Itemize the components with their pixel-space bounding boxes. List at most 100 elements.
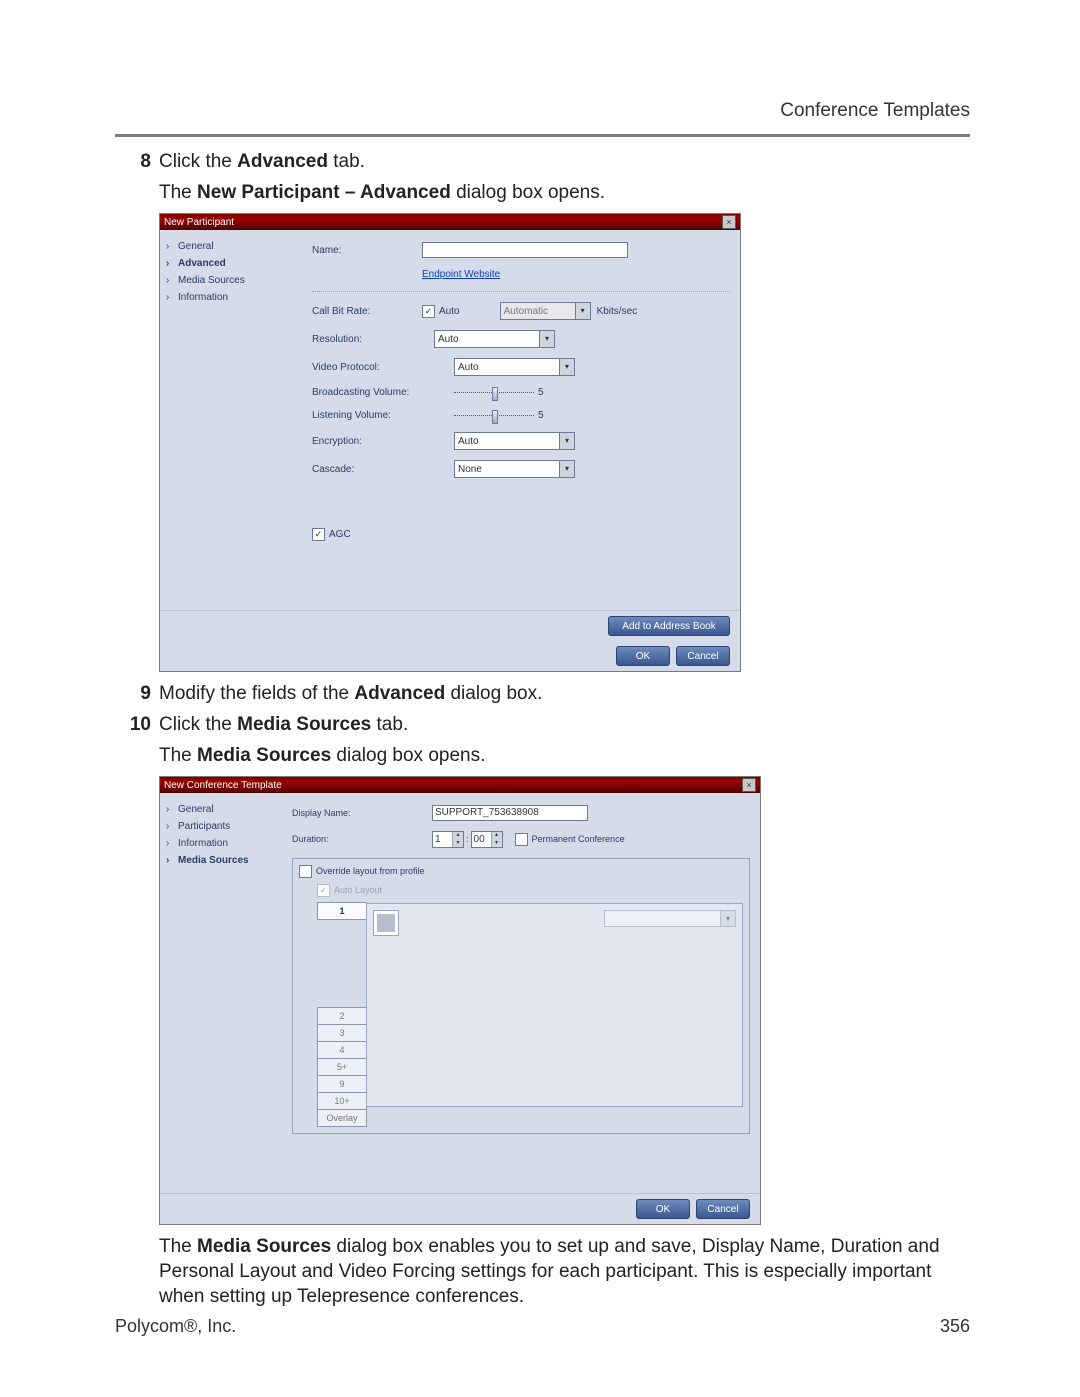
layout-tab-4[interactable]: 4 <box>317 1041 367 1059</box>
chevron-down-icon: ▾ <box>575 303 590 319</box>
dialog-title: New Participant <box>164 216 234 229</box>
dialog-footer-2: OK Cancel <box>160 641 740 671</box>
layout-tab-9[interactable]: 9 <box>317 1075 367 1093</box>
auto-checkbox[interactable] <box>422 305 435 318</box>
call-bit-rate-select[interactable]: Automatic ▾ <box>500 302 591 320</box>
step-10: 10 Click the Media Sources tab. <box>115 713 965 738</box>
name-input[interactable] <box>422 242 628 258</box>
step-10-sub: The Media Sources dialog box opens. <box>115 744 965 769</box>
text-bold: Media Sources <box>197 1236 331 1257</box>
permanent-conference-checkbox[interactable] <box>515 833 528 846</box>
step-8-sub: The New Participant – Advanced dialog bo… <box>115 181 965 206</box>
label-duration: Duration: <box>292 834 432 846</box>
broadcasting-volume-slider[interactable] <box>454 388 534 398</box>
text: The <box>159 182 197 203</box>
layout-thumbnail[interactable] <box>373 910 399 936</box>
footer-company: Polycom®, Inc. <box>115 1316 236 1337</box>
dialog-titlebar[interactable]: New Participant × <box>160 214 740 230</box>
auto-layout-checkbox <box>317 884 330 897</box>
label-auto: Auto <box>439 305 460 318</box>
dialog-titlebar[interactable]: New Conference Template × <box>160 777 760 793</box>
sidebar-item-media-sources[interactable]: › Media Sources <box>166 272 296 289</box>
encryption-select[interactable]: Auto ▾ <box>454 432 575 450</box>
sidebar-item-media-sources[interactable]: › Media Sources <box>166 852 276 869</box>
select-value: None <box>458 463 482 476</box>
label-call-bit-rate: Call Bit Rate: <box>312 305 422 318</box>
layout-tab-1[interactable]: 1 <box>317 902 367 920</box>
sidebar-item-label: Media Sources <box>178 274 245 287</box>
text-bold: Media Sources <box>237 714 371 735</box>
layout-tab-3[interactable]: 3 <box>317 1024 367 1042</box>
agc-checkbox[interactable] <box>312 528 325 541</box>
label-listening-volume: Listening Volume: <box>312 409 434 422</box>
label-display-name: Display Name: <box>292 808 432 820</box>
slider-thumb[interactable] <box>492 410 498 424</box>
text: Modify the fields of the <box>159 683 354 704</box>
add-to-address-book-button[interactable]: Add to Address Book <box>608 616 730 636</box>
chevron-down-icon: ▾ <box>559 461 574 477</box>
cancel-button[interactable]: Cancel <box>676 646 730 666</box>
cancel-button[interactable]: Cancel <box>696 1199 750 1219</box>
ok-button[interactable]: OK <box>636 1199 690 1219</box>
footer-page-number: 356 <box>940 1316 970 1337</box>
layout-panel: Override layout from profile Auto Layout… <box>292 858 750 1134</box>
step-number: 10 <box>115 713 159 738</box>
sidebar-item-information[interactable]: › Information <box>166 835 276 852</box>
sidebar-item-label: Information <box>178 291 228 304</box>
chevron-down-icon: ▾ <box>559 359 574 375</box>
stepper-value: 1 <box>433 832 452 847</box>
sidebar-item-general[interactable]: › General <box>166 238 296 255</box>
sidebar-item-label: Media Sources <box>178 854 249 867</box>
stepper-arrows[interactable]: ▴▾ <box>491 832 502 847</box>
header-rule <box>115 134 970 137</box>
resolution-select[interactable]: Auto ▾ <box>434 330 555 348</box>
layout-canvas: ▾ <box>366 903 743 1107</box>
chevron-right-icon: › <box>166 837 178 850</box>
close-icon[interactable]: × <box>722 215 736 229</box>
sidebar-item-label: Participants <box>178 820 230 833</box>
dialog-footer: Add to Address Book <box>160 610 740 641</box>
video-protocol-select[interactable]: Auto ▾ <box>454 358 575 376</box>
label-name: Name: <box>312 244 422 257</box>
page-header: Conference Templates <box>115 100 970 122</box>
layout-tab-2[interactable]: 2 <box>317 1007 367 1025</box>
label-kbits: Kbits/sec <box>597 305 638 318</box>
override-layout-checkbox[interactable] <box>299 865 312 878</box>
duration-minutes-stepper[interactable]: 00 ▴▾ <box>471 831 503 848</box>
layout-tab-10plus[interactable]: 10+ <box>317 1092 367 1110</box>
sidebar-item-label: Advanced <box>178 257 226 270</box>
text-bold: New Participant – Advanced <box>197 182 451 203</box>
divider <box>312 291 730 292</box>
page-footer: Polycom®, Inc. 356 <box>115 1316 970 1337</box>
layout-tabstrip: 1 2 3 4 5+ 9 10+ Overlay <box>317 903 367 1127</box>
cascade-select[interactable]: None ▾ <box>454 460 575 478</box>
step-8: 8 Click the Advanced tab. <box>115 150 965 175</box>
sidebar-item-advanced[interactable]: › Advanced <box>166 255 296 272</box>
endpoint-website-link[interactable]: Endpoint Website <box>422 268 500 281</box>
slider-thumb[interactable] <box>492 387 498 401</box>
display-name-input[interactable]: SUPPORT_753638908 <box>432 805 588 821</box>
listening-volume-slider[interactable] <box>454 411 534 421</box>
select-value: Auto <box>458 435 479 448</box>
sidebar-item-general[interactable]: › General <box>166 801 276 818</box>
stepper-arrows[interactable]: ▴▾ <box>452 832 463 847</box>
chevron-right-icon: › <box>166 854 178 867</box>
step-number: 8 <box>115 150 159 175</box>
dialog-form: Display Name: SUPPORT_753638908 Duration… <box>282 793 760 1193</box>
sidebar-item-participants[interactable]: › Participants <box>166 818 276 835</box>
layout-dropdown-disabled: ▾ <box>604 910 736 927</box>
layout-tab-overlay[interactable]: Overlay <box>317 1109 367 1127</box>
close-icon[interactable]: × <box>742 778 756 792</box>
slider-value: 5 <box>538 386 544 399</box>
dialog-form: Name: Endpoint Website Call Bit Rate: Au… <box>302 230 740 610</box>
text-bold: Advanced <box>354 683 445 704</box>
chevron-right-icon: › <box>166 257 178 270</box>
label-encryption: Encryption: <box>312 435 434 448</box>
duration-hours-stepper[interactable]: 1 ▴▾ <box>432 831 464 848</box>
sidebar-item-information[interactable]: › Information <box>166 289 296 306</box>
chevron-right-icon: › <box>166 274 178 287</box>
ok-button[interactable]: OK <box>616 646 670 666</box>
label-video-protocol: Video Protocol: <box>312 361 434 374</box>
dialog-title: New Conference Template <box>164 779 282 792</box>
layout-tab-5plus[interactable]: 5+ <box>317 1058 367 1076</box>
